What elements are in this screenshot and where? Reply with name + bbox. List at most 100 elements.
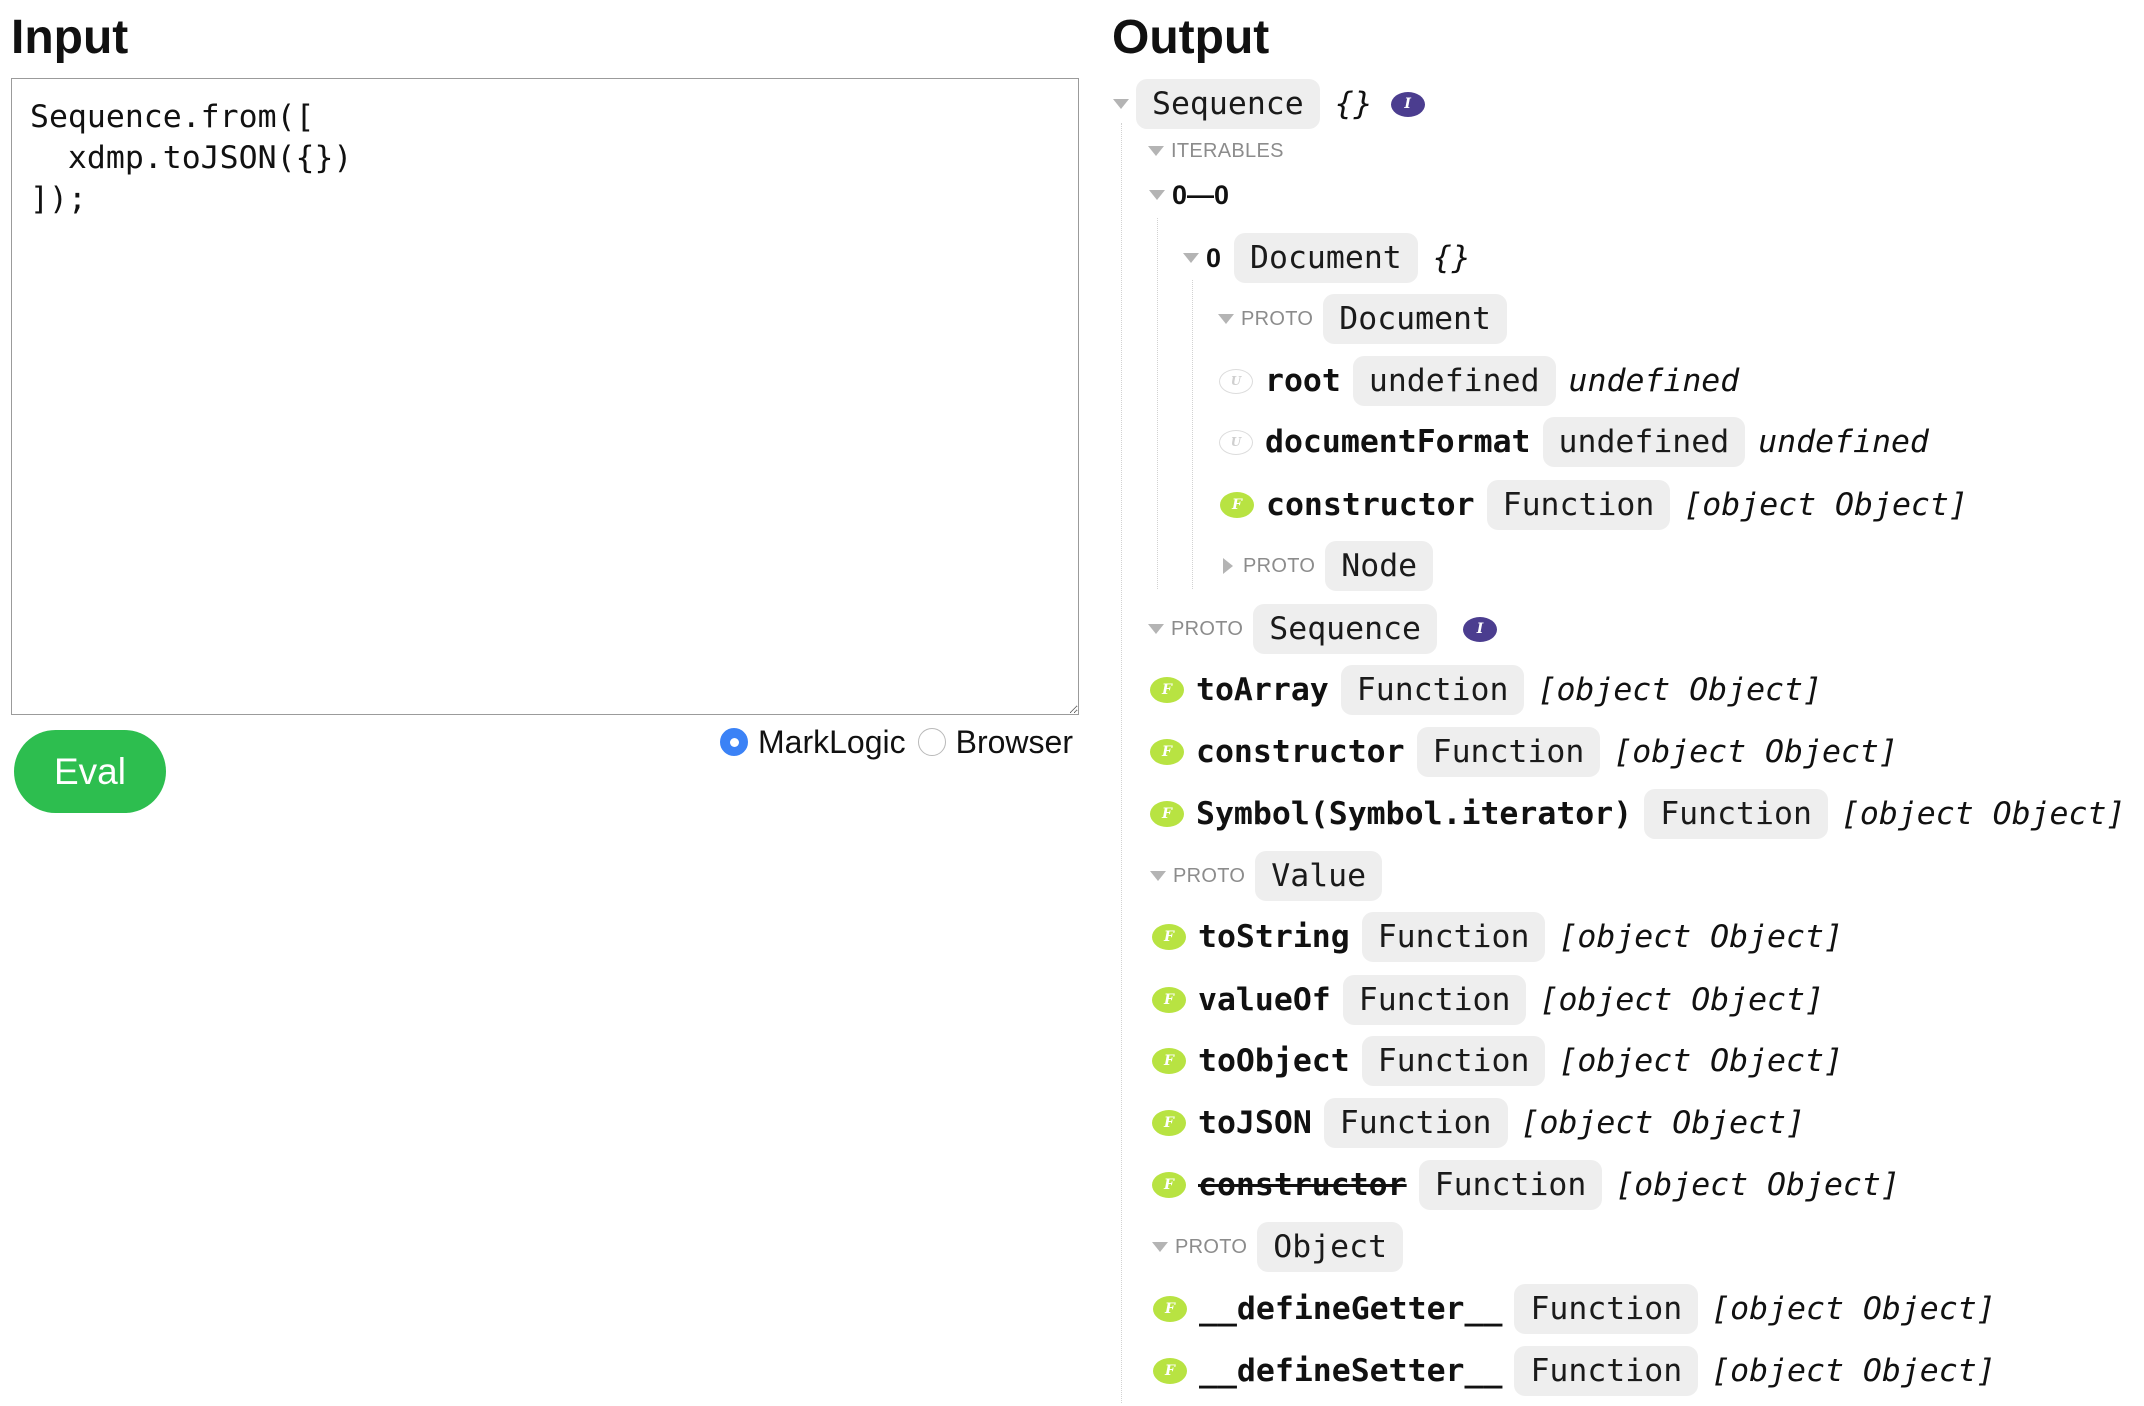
value-text: [object Object] [1840, 796, 2126, 832]
property-key: toJSON [1198, 1105, 1312, 1141]
property-key: Symbol(Symbol.iterator) [1196, 796, 1633, 832]
tree-row: F constructor Function [object Object] [1220, 480, 1968, 530]
property-key: constructor [1198, 1167, 1407, 1203]
property-key: toArray [1196, 672, 1329, 708]
eval-button[interactable]: Eval [14, 730, 166, 813]
section-label: PROTO [1175, 1235, 1248, 1258]
index-label: 0 [1206, 242, 1222, 273]
mode-label-marklogic[interactable]: MarkLogic [758, 724, 906, 761]
value-text: [object Object] [1683, 487, 1968, 523]
code-input[interactable]: Sequence.from([ xdmp.toJSON({}) ]); [11, 78, 1079, 715]
tree-row: F constructor Function [object Object] [1152, 1160, 1900, 1210]
function-badge-icon: F [1152, 924, 1186, 950]
mode-option-marklogic[interactable]: MarkLogic [720, 724, 918, 761]
value-text: [object Object] [1537, 672, 1822, 708]
value-text: [object Object] [1613, 734, 1898, 770]
section-label: PROTO [1243, 554, 1316, 577]
type-pill: Function [1342, 975, 1527, 1025]
type-pill: Function [1361, 1036, 1546, 1086]
function-badge-icon: F [1150, 739, 1184, 765]
triangle-down-icon[interactable] [1183, 253, 1199, 263]
function-badge-icon: F [1153, 1296, 1187, 1322]
type-pill: Document [1323, 294, 1507, 344]
tree-row: F constructor Function [object Object] [1150, 727, 1898, 777]
type-pill: undefined [1352, 356, 1556, 406]
property-key: toString [1198, 919, 1350, 955]
radio-browser[interactable] [917, 728, 946, 756]
tree-row: PROTO Value [1150, 851, 1383, 901]
input-heading: Input [11, 11, 129, 64]
function-badge-icon: F [1152, 1172, 1186, 1198]
undefined-badge-icon: U [1219, 429, 1253, 455]
type-pill: Function [1514, 1284, 1699, 1334]
triangle-down-icon[interactable] [1113, 99, 1129, 109]
mode-option-browser[interactable]: Browser [917, 724, 1085, 761]
function-badge-icon: F [1150, 801, 1184, 827]
tree-row: F Symbol(Symbol.iterator) Function [obje… [1150, 789, 2125, 839]
value-text: [object Object] [1520, 1105, 1805, 1141]
type-pill: Function [1514, 1346, 1699, 1396]
function-badge-icon: F [1152, 1110, 1186, 1136]
value-text: [object Object] [1711, 1353, 1996, 1389]
tree-row: PROTO Object [1152, 1222, 1404, 1272]
type-pill: Function [1361, 912, 1546, 962]
value-text: {} [1432, 240, 1471, 276]
triangle-down-icon[interactable] [1150, 871, 1166, 881]
section-label: PROTO [1241, 307, 1314, 330]
tree-row: F toArray Function [object Object] [1150, 665, 1822, 715]
type-pill: Function [1418, 1160, 1603, 1210]
tree-row: F toObject Function [object Object] [1152, 1036, 1843, 1086]
triangle-down-icon[interactable] [1149, 190, 1165, 200]
value-text: [object Object] [1558, 919, 1843, 955]
property-key: root [1265, 363, 1341, 399]
type-pill: Sequence [1136, 79, 1320, 129]
type-pill: undefined [1542, 417, 1746, 467]
type-pill: Document [1234, 233, 1418, 283]
triangle-down-icon[interactable] [1152, 1242, 1168, 1252]
property-key: __defineGetter__ [1199, 1291, 1503, 1327]
tree-row: PROTO Sequence I [1148, 604, 1497, 654]
undefined-badge-icon: U [1219, 368, 1253, 394]
type-pill: Value [1255, 851, 1383, 901]
type-pill: Object [1257, 1222, 1404, 1272]
eval-mode-selector: MarkLogic Browser [720, 722, 1085, 762]
section-label: PROTO [1173, 864, 1246, 887]
radio-marklogic[interactable] [720, 728, 748, 756]
triangle-down-icon[interactable] [1218, 314, 1234, 324]
value-text: [object Object] [1615, 1167, 1900, 1203]
range-label: 0—0 [1172, 179, 1230, 210]
value-text: undefined [1568, 363, 1740, 399]
property-key: __defineSetter__ [1199, 1353, 1503, 1389]
tree-row: F __defineGetter__ Function [object Obje… [1153, 1284, 1996, 1334]
type-pill: Function [1340, 665, 1525, 715]
tree-row: F valueOf Function [object Object] [1152, 975, 1824, 1025]
function-badge-icon: F [1152, 987, 1186, 1013]
triangle-down-icon[interactable] [1148, 146, 1164, 156]
triangle-down-icon[interactable] [1148, 624, 1164, 634]
tree-row: U root undefined undefined [1219, 356, 1739, 406]
tree-guide-line [1157, 218, 1158, 589]
triangle-right-icon[interactable] [1223, 558, 1233, 574]
tree-row: 0—0 [1149, 170, 1242, 220]
tree-guide-line [1121, 123, 1122, 1403]
tree-row: PROTO Document [1218, 294, 1507, 344]
output-heading: Output [1112, 11, 1270, 64]
tree-row: PROTO Node [1223, 541, 1434, 591]
function-badge-icon: F [1150, 677, 1184, 703]
tree-row: ITERABLES [1148, 126, 1294, 176]
tree-row: 0 Document {} [1183, 233, 1471, 283]
property-key: constructor [1266, 487, 1475, 523]
tree-row: U documentFormat undefined undefined [1219, 417, 1929, 467]
property-key: valueOf [1198, 982, 1331, 1018]
value-text: undefined [1758, 424, 1929, 460]
type-pill: Function [1486, 480, 1671, 530]
iterable-badge-icon: I [1390, 91, 1425, 117]
mode-label-browser[interactable]: Browser [956, 724, 1073, 761]
type-pill: Node [1325, 541, 1434, 591]
tree-row: Sequence {} I [1113, 79, 1425, 129]
function-badge-icon: F [1152, 1048, 1186, 1074]
property-key: toObject [1198, 1043, 1350, 1079]
tree-row: F toString Function [object Object] [1152, 912, 1843, 962]
property-key: constructor [1196, 734, 1405, 770]
section-label: ITERABLES [1171, 139, 1284, 162]
